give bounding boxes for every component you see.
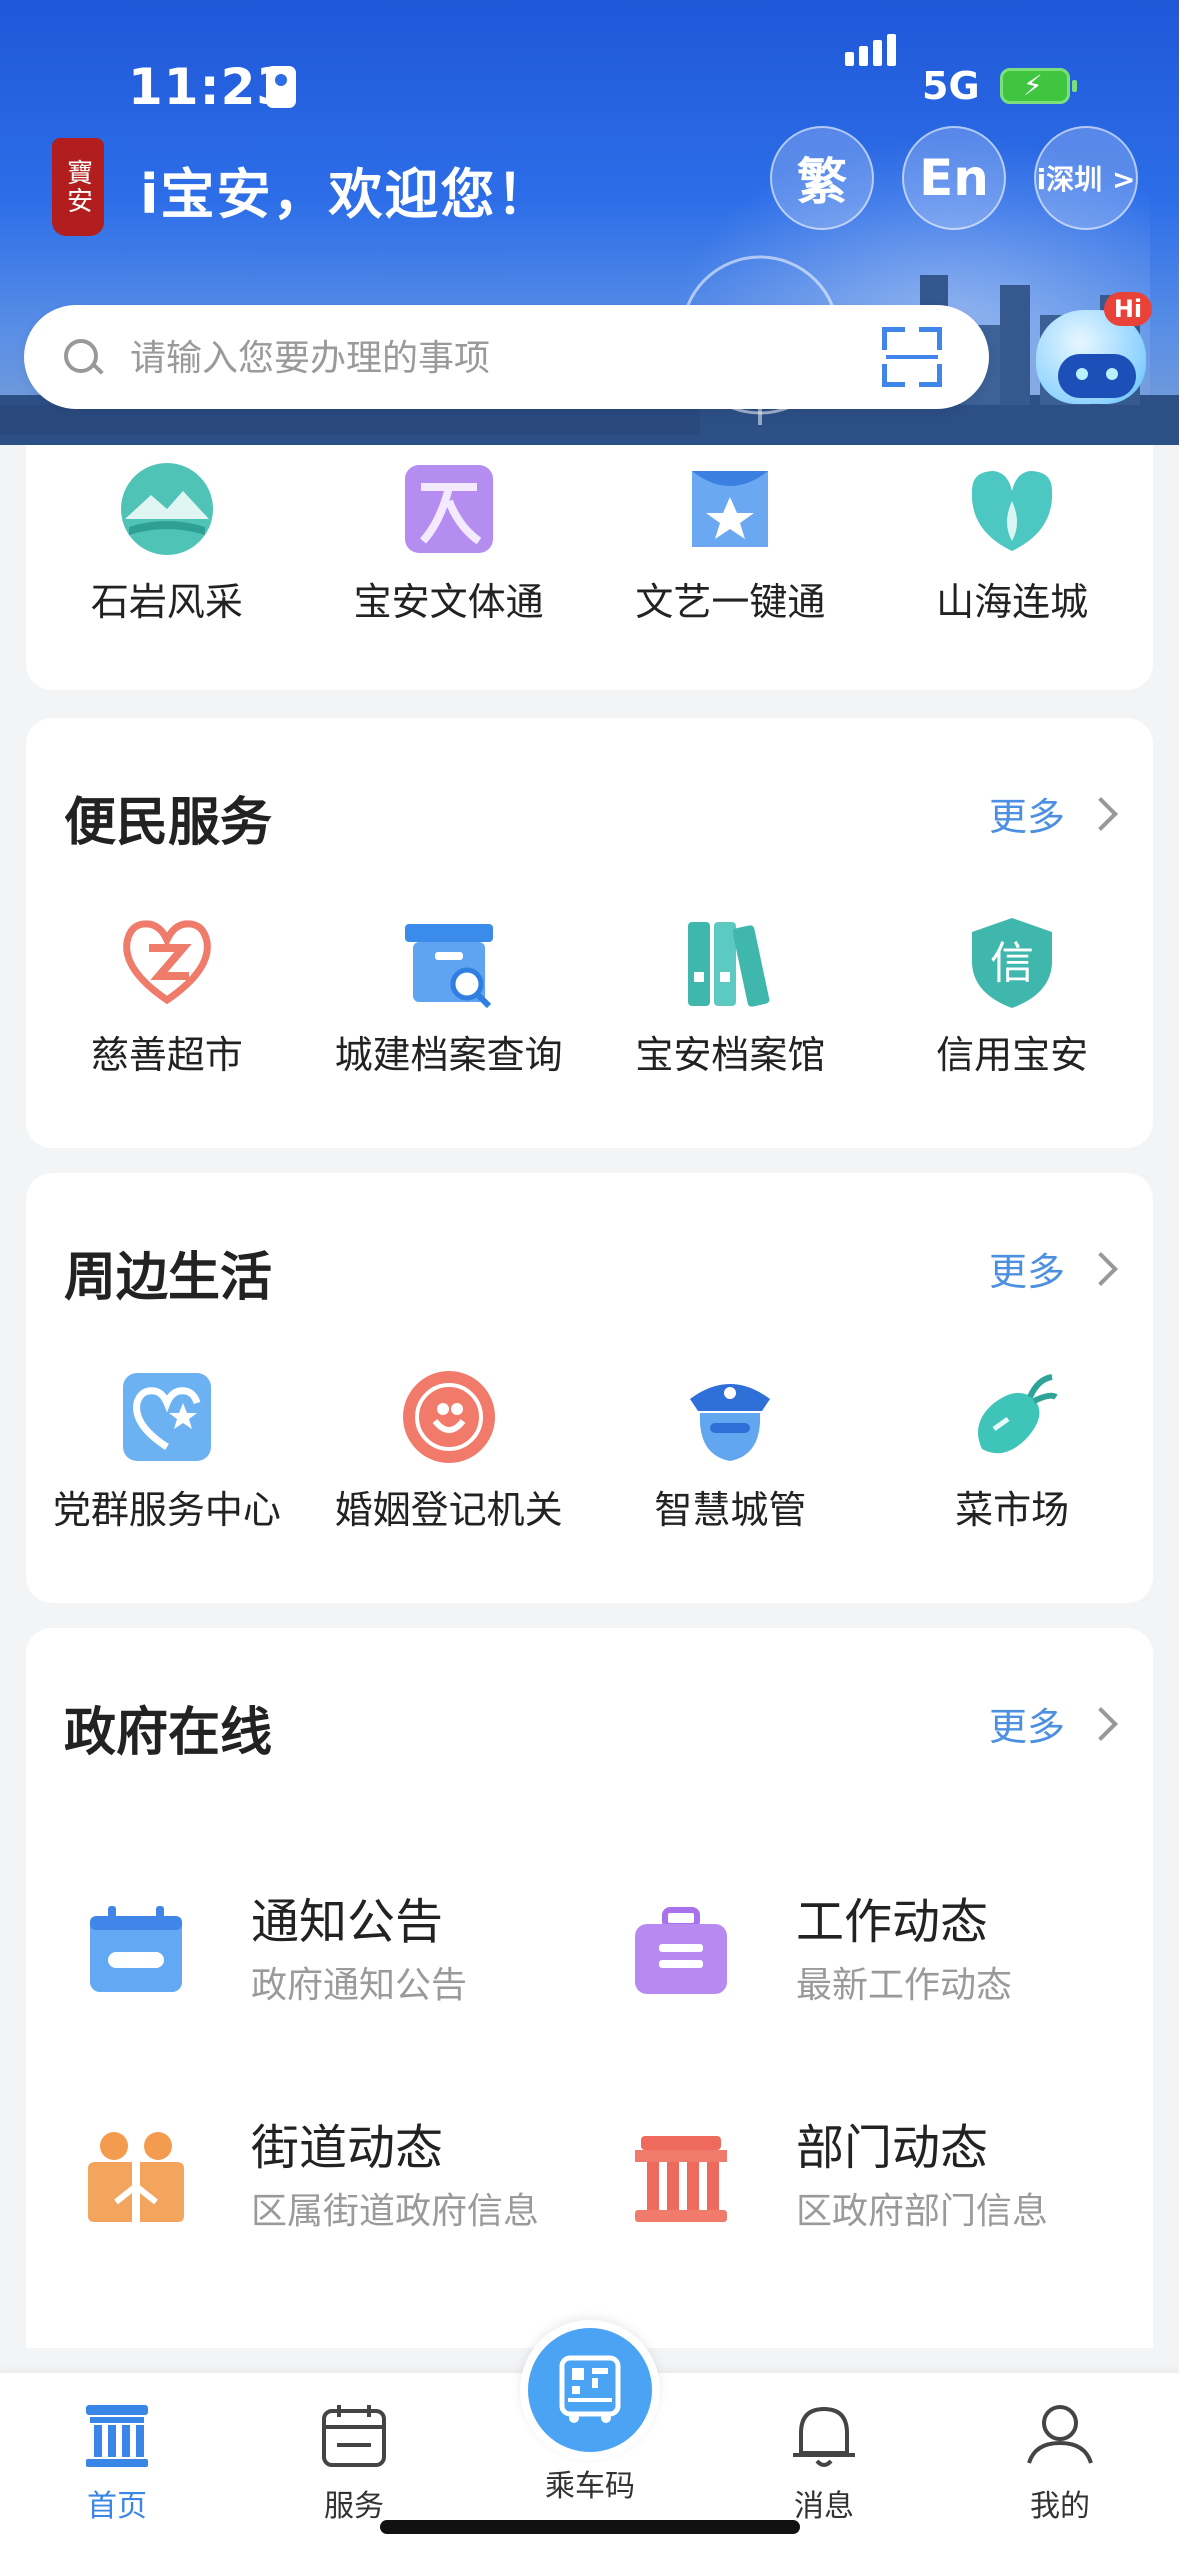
credit-shield-icon: 信: [964, 914, 1060, 1010]
app-shiyan[interactable]: 石岩风采: [26, 461, 308, 626]
scan-icon[interactable]: [882, 327, 942, 387]
featured-apps-card: 石岩风采 宝安文体通 文艺一键通 山海连城: [26, 445, 1153, 690]
convenience-card: 便民服务 更多 慈善超市 城建档案查询 宝安档案馆 信 信用宝安: [26, 718, 1153, 1148]
archive-search-icon: [401, 914, 497, 1010]
mountain-lake-icon: [119, 461, 215, 557]
calendar-notice-icon: [86, 1902, 186, 2002]
contact-badge-icon: [266, 66, 296, 108]
gov-item-department-updates[interactable]: 部门动态 区政府部门信息: [631, 2108, 1131, 2238]
culture-sports-icon: [401, 461, 497, 557]
officer-icon: [682, 1369, 778, 1465]
chevron-right-icon: [1084, 796, 1118, 831]
service-charity-market[interactable]: 慈善超市: [26, 914, 308, 1079]
home-building-icon: [86, 2405, 148, 2467]
leaf-drop-icon: [964, 461, 1060, 557]
assistant-robot-button[interactable]: Hi: [1030, 292, 1154, 410]
search-bar[interactable]: [24, 305, 989, 409]
tab-services[interactable]: 服务: [274, 2403, 434, 2525]
chevron-right-icon: [1084, 1251, 1118, 1286]
service-archive-hall[interactable]: 宝安档案馆: [590, 914, 872, 1079]
network-type: 5G: [922, 64, 980, 108]
hi-badge: Hi: [1104, 292, 1152, 326]
svg-text:信: 信: [990, 938, 1034, 989]
english-button[interactable]: En: [902, 126, 1006, 230]
gov-item-street-updates[interactable]: 街道动态 区属街道政府信息: [86, 2108, 586, 2238]
briefcase-icon: [631, 1902, 731, 2002]
tab-profile[interactable]: 我的: [980, 2403, 1140, 2525]
charity-heart-icon: [119, 914, 215, 1010]
binders-icon: [682, 914, 778, 1010]
people-icon: [86, 2128, 186, 2228]
app-arts[interactable]: 文艺一键通: [590, 461, 872, 626]
tab-messages[interactable]: 消息: [744, 2403, 904, 2525]
life-smart-city-management[interactable]: 智慧城管: [590, 1369, 872, 1534]
heart-star-icon: [119, 1369, 215, 1465]
status-bar: 11:23 5G ⚡: [0, 0, 1179, 170]
government-more-link[interactable]: 更多: [989, 1696, 1118, 1751]
tab-home[interactable]: 首页: [37, 2403, 197, 2525]
marriage-icon: [401, 1369, 497, 1465]
nearby-card: 周边生活 更多 党群服务中心 婚姻登记机关 智慧城管 菜市场: [26, 1173, 1153, 1603]
government-building-icon: [631, 2128, 731, 2228]
traditional-chinese-button[interactable]: 繁: [770, 126, 874, 230]
tab-ride-code[interactable]: 乘车码: [510, 2453, 670, 2505]
nearby-more-link[interactable]: 更多: [989, 1241, 1118, 1296]
ride-code-button[interactable]: [520, 2320, 660, 2460]
battery-charging-icon: ⚡: [1000, 68, 1077, 104]
convenience-grid: 慈善超市 城建档案查询 宝安档案馆 信 信用宝安: [26, 914, 1153, 1079]
i-shenzhen-button[interactable]: i深圳 >: [1034, 126, 1138, 230]
life-party-center[interactable]: 党群服务中心: [26, 1369, 308, 1534]
convenience-more-link[interactable]: 更多: [989, 786, 1118, 841]
app-shanhai[interactable]: 山海连城: [871, 461, 1153, 626]
home-indicator: [380, 2520, 800, 2534]
government-online-card: 政府在线 更多 通知公告 政府通知公告 工作动态 最新工作动态 街道动态 区属街…: [26, 1628, 1153, 2348]
baoan-seal-logo: 寶安: [52, 138, 104, 236]
bus-qr-icon: [559, 2355, 621, 2423]
section-title-convenience: 便民服务: [64, 793, 273, 853]
life-marriage-registry[interactable]: 婚姻登记机关: [308, 1369, 590, 1534]
section-title-government: 政府在线: [64, 1703, 273, 1763]
search-icon: [64, 339, 98, 373]
gov-item-work-updates[interactable]: 工作动态 最新工作动态: [631, 1882, 1131, 2012]
search-input[interactable]: [128, 327, 852, 389]
featured-apps-grid: 石岩风采 宝安文体通 文艺一键通 山海连城: [26, 461, 1153, 626]
life-market[interactable]: 菜市场: [871, 1369, 1153, 1534]
section-title-nearby: 周边生活: [64, 1248, 273, 1308]
calendar-service-icon: [322, 2405, 386, 2467]
welcome-text: i宝安，欢迎您！: [140, 163, 553, 226]
chevron-right-icon: [1084, 1706, 1118, 1741]
stage-star-icon: [682, 461, 778, 557]
radish-icon: [964, 1369, 1060, 1465]
nearby-grid: 党群服务中心 婚姻登记机关 智慧城管 菜市场: [26, 1369, 1153, 1534]
user-icon: [1027, 2405, 1093, 2464]
gov-item-notices[interactable]: 通知公告 政府通知公告: [86, 1882, 586, 2012]
service-credit[interactable]: 信 信用宝安: [871, 914, 1153, 1079]
service-urban-archive[interactable]: 城建档案查询: [308, 914, 590, 1079]
bell-icon: [793, 2406, 855, 2467]
app-culture-sports[interactable]: 宝安文体通: [308, 461, 590, 626]
